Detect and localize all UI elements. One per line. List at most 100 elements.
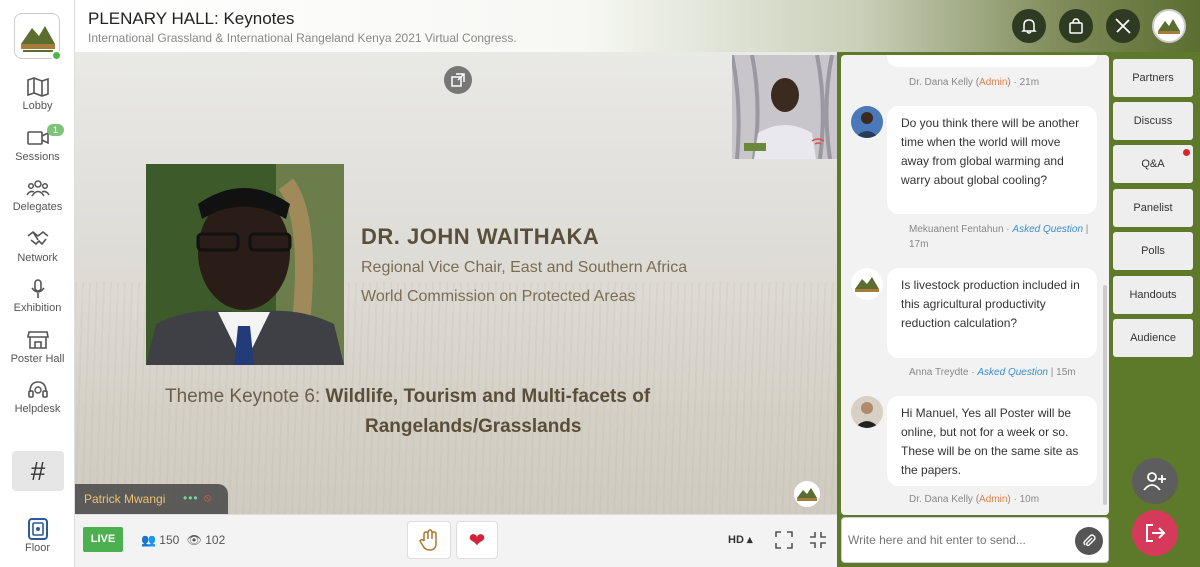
sidebar-item-lobby[interactable]: Lobby [0,76,75,112]
sidebar-item-network[interactable]: Network [0,228,75,264]
paperclip-icon [1083,534,1096,547]
speaker-photo [146,164,344,365]
avatar[interactable] [851,396,883,428]
notifications-button[interactable] [1012,9,1046,43]
add-user-icon [1143,472,1166,491]
tools-button[interactable] [1106,9,1140,43]
chat-input[interactable] [848,522,1068,558]
presenter-name: Patrick Mwangi [84,492,166,506]
people-icon [25,180,50,197]
exit-fullscreen-icon[interactable] [809,531,827,549]
tab-partners[interactable]: Partners [1113,59,1193,97]
stage-logo [793,480,821,508]
chat-input-box [841,517,1109,563]
theme-prefix: Theme Keynote 6: [165,386,326,407]
previous-message-bubble [887,55,1097,67]
admin-tag: Admin [979,77,1008,88]
attach-button[interactable] [1075,527,1103,555]
message-author: Dr. Dana Kelly [909,494,973,505]
message-time: 21m [1019,77,1040,88]
video-stage[interactable]: DR. JOHN WAITHAKA Regional Vice Chair, E… [75,52,837,514]
presenter-video-image [732,55,837,159]
sessions-badge: 1 [47,124,65,136]
chat-panel[interactable]: Dr. Dana Kelly (Admin) · 21m Do you thin… [841,55,1109,515]
tab-discuss[interactable]: Discuss [1113,102,1193,140]
sidebar-item-label: Helpdesk [14,403,61,415]
asked-question-tag: Asked Question [977,367,1048,378]
popout-icon [451,73,465,87]
exit-icon [1146,524,1166,542]
sidebar-item-label: Delegates [12,201,63,213]
quality-label: HD [728,534,744,546]
video-icon [26,131,49,145]
congress-logo-icon [851,268,883,300]
admin-tag: Admin [979,494,1008,505]
message-meta: Anna Treydte · Asked Question | 15m [909,367,1076,378]
message-time: 17m [909,239,929,250]
tab-audience[interactable]: Audience [1113,319,1193,357]
attendees-count: 150 [159,533,180,547]
add-user-button[interactable] [1132,458,1178,504]
shopping-bag-icon [1069,18,1083,34]
raise-hand-icon [419,529,437,551]
sidebar-item-delegates[interactable]: Delegates [0,177,75,213]
avatar[interactable] [851,106,883,138]
store-icon [26,331,49,349]
theme-title-line-1: Theme Keynote 6: Wildlife, Tourism and M… [165,386,650,408]
raise-hand-button[interactable] [407,521,451,559]
tab-qa[interactable]: Q&A [1113,145,1193,183]
bag-button[interactable] [1059,9,1093,43]
heart-icon: ❤ [468,529,486,552]
exit-button[interactable] [1132,510,1178,556]
popout-button[interactable] [444,66,472,94]
live-badge: LIVE [83,527,123,552]
fullscreen-icon[interactable] [775,531,793,549]
chat-message: Is livestock production included in this… [887,268,1097,358]
user-avatar[interactable] [1152,9,1186,43]
avatar[interactable] [851,268,883,300]
handshake-icon [27,230,48,246]
sidebar-item-sessions[interactable]: 1 Sessions [0,124,75,163]
message-author: Anna Treydte [909,367,969,378]
sidebar-item-label: Exhibition [13,302,62,314]
map-icon [26,77,49,97]
tab-polls[interactable]: Polls [1113,232,1193,270]
sidebar-item-poster-hall[interactable]: Poster Hall [0,329,75,365]
sidebar-item-label: Network [17,252,58,264]
sidebar-item-label: Sessions [15,151,60,163]
sidebar-item-floor[interactable]: Floor [0,518,75,554]
react-heart-button[interactable]: ❤ [456,521,498,559]
headset-icon [27,381,48,398]
floor-icon [27,518,48,540]
quality-selector[interactable]: HD ▴ [728,533,752,546]
speaker-portrait-image [146,164,344,365]
page-subtitle: International Grassland & International … [88,31,517,45]
sidebar-item-label: Lobby [22,100,53,112]
chat-scrollbar[interactable] [1103,285,1107,505]
tab-handouts[interactable]: Handouts [1113,276,1193,314]
audience-stats: 👥 150 👁 102 [141,533,225,547]
message-author: Dr. Dana Kelly [909,77,973,88]
congress-logo-icon [797,488,817,501]
chat-message: Do you think there will be another time … [887,106,1097,214]
viewers-count: 102 [205,533,226,547]
page-title: PLENARY HALL: Keynotes [88,9,295,28]
speaker-organization: World Commission on Protected Areas [361,288,636,305]
presenter-name-tag: Patrick Mwangi ••• ⦸ [75,484,228,514]
user-photo-icon [851,106,883,138]
microphone-icon [30,279,45,298]
tab-panelist[interactable]: Panelist [1113,189,1193,227]
eye-icon: 👁 [186,533,202,547]
message-author: Mekuanent Fentahun [909,224,1004,235]
speaker-name: DR. JOHN WAITHAKA [361,224,600,249]
theme-title-line-2: Rangelands/Grasslands [365,416,582,437]
sidebar-item-exhibition[interactable]: Exhibition [0,278,75,314]
asked-question-tag: Asked Question [1012,224,1084,235]
bell-icon [1021,19,1037,34]
sidebar-item-helpdesk[interactable]: Helpdesk [0,379,75,415]
presenter-camera-pip[interactable] [732,55,837,159]
hashtag-button[interactable]: # [12,451,64,491]
speaking-indicator-icon: ••• [183,491,199,505]
sidebar-item-label: Floor [24,542,51,554]
message-time: 15m [1056,367,1076,378]
